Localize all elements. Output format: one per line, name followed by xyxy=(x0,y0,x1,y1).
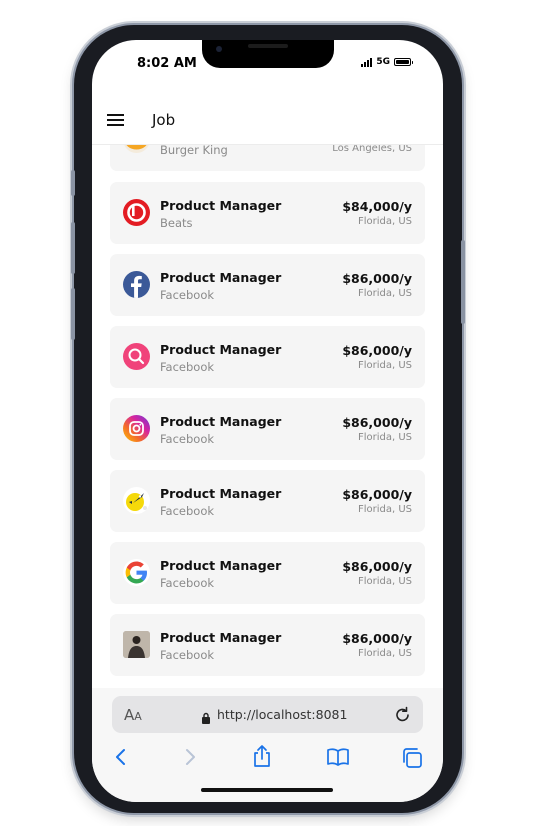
app-bar: Job xyxy=(92,96,443,145)
job-company: Facebook xyxy=(160,576,215,590)
job-card-partial[interactable]: Burger King Los Angeles, US xyxy=(110,145,425,171)
person-photo-icon xyxy=(123,631,150,658)
job-location: Florida, US xyxy=(357,504,412,515)
side-button-power xyxy=(461,240,465,324)
tabs-icon[interactable] xyxy=(401,747,423,773)
job-title: Product Manager xyxy=(160,414,282,429)
job-title: Product Manager xyxy=(160,342,282,357)
speaker-grill xyxy=(248,44,288,48)
home-indicator[interactable] xyxy=(201,788,333,792)
status-time: 8:02 AM xyxy=(137,56,197,71)
status-indicators: 5G xyxy=(361,57,413,67)
hamburger-menu-icon[interactable] xyxy=(107,114,124,126)
job-location: Florida, US xyxy=(357,576,412,587)
job-title: Product Manager xyxy=(160,558,282,573)
address-bar[interactable]: AA http://localhost:8081 xyxy=(112,696,423,733)
job-title: Product Manager xyxy=(160,486,282,501)
job-location: Florida, US xyxy=(357,432,412,443)
job-salary: $86,000/y xyxy=(342,271,412,286)
job-salary: $86,000/y xyxy=(342,559,412,574)
job-salary: $86,000/y xyxy=(342,631,412,646)
rocket-logo-icon xyxy=(123,487,150,514)
job-title: Product Manager xyxy=(160,198,282,213)
job-title: Product Manager xyxy=(160,270,282,285)
side-button-volume-up xyxy=(71,222,75,274)
url-text: http://localhost:8081 xyxy=(217,707,348,722)
job-card[interactable]: Product Manager Facebook $86,000/y Flori… xyxy=(110,326,425,388)
lock-icon xyxy=(201,709,211,728)
browser-bar: AA http://localhost:8081 xyxy=(92,688,443,802)
forward-icon[interactable] xyxy=(183,747,197,771)
job-company: Facebook xyxy=(160,648,215,662)
job-card[interactable]: Product Manager Facebook $86,000/y Flori… xyxy=(110,254,425,316)
instagram-logo-icon xyxy=(123,415,150,442)
bookmarks-icon[interactable] xyxy=(326,747,350,771)
facebook-logo-icon xyxy=(123,271,150,298)
job-salary: $86,000/y xyxy=(342,487,412,502)
job-list[interactable]: Burger King Los Angeles, US Product Mana… xyxy=(92,145,443,688)
share-icon[interactable] xyxy=(252,744,272,772)
job-company: Facebook xyxy=(160,288,215,302)
reload-icon[interactable] xyxy=(394,705,411,728)
signal-icon xyxy=(361,57,373,67)
job-card[interactable]: Product Manager Facebook $86,000/y Flori… xyxy=(110,398,425,460)
job-location: Florida, US xyxy=(357,216,412,227)
job-card[interactable]: Product Manager Facebook $86,000/y Flori… xyxy=(110,542,425,604)
search-app-logo-icon xyxy=(123,343,150,370)
burger-king-logo-icon xyxy=(123,145,150,153)
job-card[interactable]: Product Manager Facebook $86,000/y Flori… xyxy=(110,470,425,532)
job-company: Beats xyxy=(160,216,193,230)
job-title: Product Manager xyxy=(160,630,282,645)
network-type: 5G xyxy=(376,57,390,67)
job-location: Florida, US xyxy=(357,288,412,299)
beats-logo-icon xyxy=(123,199,150,226)
back-icon[interactable] xyxy=(114,747,128,771)
job-company: Facebook xyxy=(160,504,215,518)
camera-icon xyxy=(216,46,222,52)
job-location: Florida, US xyxy=(357,360,412,371)
job-location: Los Angeles, US xyxy=(332,145,412,154)
side-button-volume-down xyxy=(71,288,75,340)
job-card[interactable]: Product Manager Facebook $86,000/y Flori… xyxy=(110,614,425,676)
job-location: Florida, US xyxy=(357,648,412,659)
text-size-button[interactable]: AA xyxy=(124,706,142,724)
job-card[interactable]: Product Manager Beats $84,000/y Florida,… xyxy=(110,182,425,244)
job-company: Burger King xyxy=(160,145,228,157)
job-company: Facebook xyxy=(160,432,215,446)
page-title: Job xyxy=(152,111,176,129)
job-salary: $86,000/y xyxy=(342,343,412,358)
side-button-silent xyxy=(71,170,75,196)
job-company: Facebook xyxy=(160,360,215,374)
google-logo-icon xyxy=(123,559,150,586)
job-salary: $84,000/y xyxy=(342,199,412,214)
battery-icon xyxy=(394,58,413,66)
job-salary: $86,000/y xyxy=(342,415,412,430)
phone-screen: 8:02 AM 5G Job Burger King Los Angeles, … xyxy=(92,40,443,802)
notch xyxy=(202,40,334,68)
